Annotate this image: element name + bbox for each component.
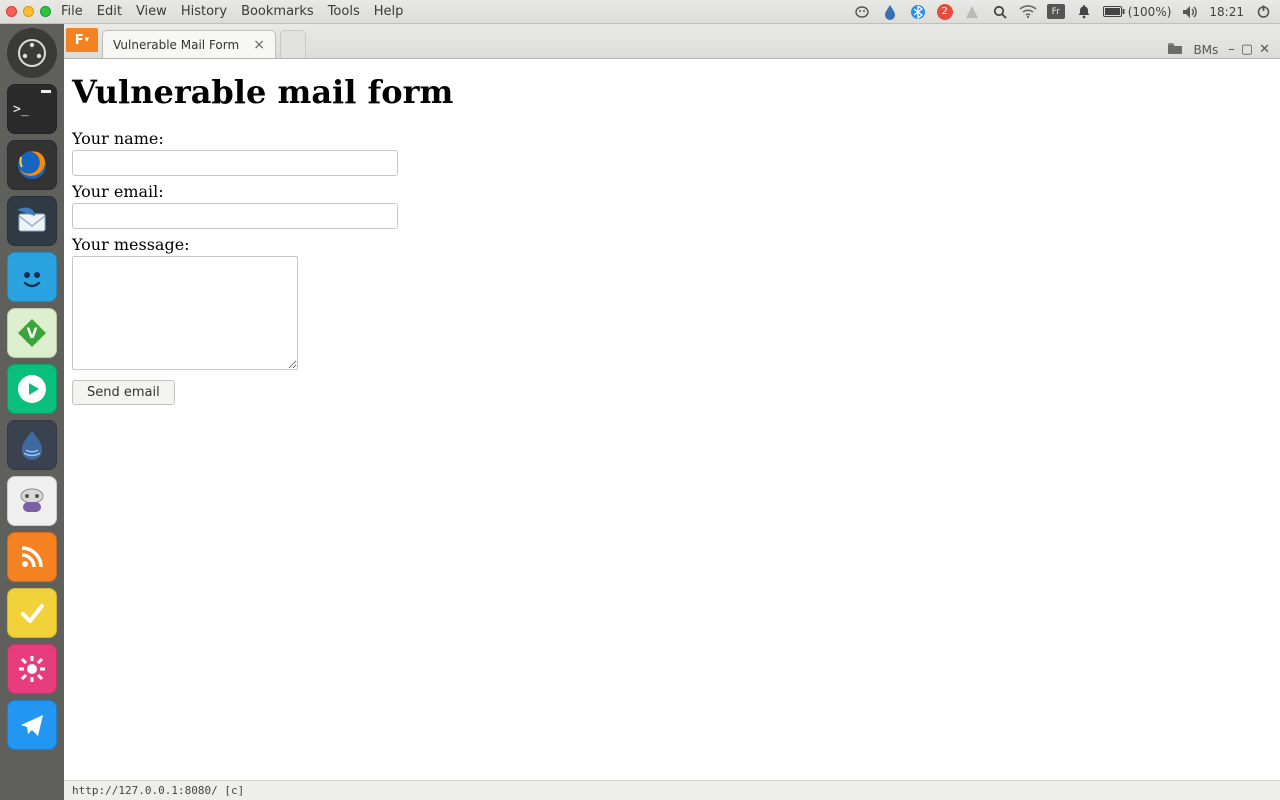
media-player-app-icon[interactable] [7,364,57,414]
message-textarea[interactable] [72,256,298,370]
telegram-app-icon[interactable] [7,700,57,750]
dash-home-button[interactable] [7,28,57,78]
firefox-app-icon[interactable] [7,140,57,190]
keyboard-layout-indicator[interactable]: Fr [1047,4,1065,19]
bookmark-folder-label[interactable]: BMs [1193,43,1218,57]
volume-icon[interactable] [1181,3,1199,21]
status-bar: http://127.0.0.1:8080/ [c] [64,780,1280,800]
window-restore-button[interactable]: ▢ [1241,42,1253,57]
tab-title: Vulnerable Mail Form [113,38,239,52]
bluetooth-icon[interactable] [909,3,927,21]
warning-icon[interactable] [963,3,981,21]
notification-badge[interactable]: 2 [937,4,953,20]
folder-icon [1167,41,1183,58]
menu-file[interactable]: File [61,4,83,19]
name-input[interactable] [72,150,398,176]
system-tool-app-icon[interactable] [7,476,57,526]
firefox-menu-button[interactable]: F [66,28,98,52]
window-controls: – ▢ ✕ [1228,42,1270,57]
droplet-icon[interactable] [881,3,899,21]
menu-history[interactable]: History [181,4,227,19]
status-url: http://127.0.0.1:8080/ [c] [72,784,244,797]
battery-icon[interactable]: (100%) [1103,3,1172,21]
browser-tabstrip: F Vulnerable Mail Form × BMs – ▢ ✕ [64,24,1280,59]
power-icon[interactable] [1254,3,1272,21]
wifi-icon[interactable] [1019,3,1037,21]
tasks-app-icon[interactable] [7,588,57,638]
window-minimize-button[interactable]: – [1228,42,1235,57]
page-heading: Vulnerable mail form [72,73,1272,111]
app-indicator-icon[interactable] [853,3,871,21]
settings-app-icon[interactable] [7,644,57,694]
bell-icon[interactable] [1075,3,1093,21]
new-tab-button[interactable] [280,30,306,58]
clock[interactable]: 18:21 [1209,5,1244,19]
vim-app-icon[interactable]: V [7,308,57,358]
window-traffic-lights [6,6,51,17]
email-label: Your email: [72,182,1272,201]
battery-percentage: (100%) [1128,5,1172,19]
menu-edit[interactable]: Edit [97,4,122,19]
window-close-icon[interactable] [6,6,17,17]
browser-tab-active[interactable]: Vulnerable Mail Form × [102,30,276,58]
system-menubar: File Edit View History Bookmarks Tools H… [0,0,1280,24]
message-label: Your message: [72,235,1272,254]
terminal-app-icon[interactable]: >_ [7,84,57,134]
menu-bookmarks[interactable]: Bookmarks [241,4,314,19]
window-close-button[interactable]: ✕ [1259,42,1270,57]
launcher-dock: >_ V [0,24,64,800]
rss-app-icon[interactable] [7,532,57,582]
torrent-app-icon[interactable] [7,420,57,470]
window-minimize-icon[interactable] [23,6,34,17]
page-content: Vulnerable mail form Your name: Your ema… [64,59,1280,780]
app-menu: File Edit View History Bookmarks Tools H… [61,4,403,19]
menu-tools[interactable]: Tools [328,4,360,19]
menu-help[interactable]: Help [374,4,404,19]
svg-text:V: V [27,326,38,342]
thunderbird-app-icon[interactable] [7,196,57,246]
menu-view[interactable]: View [136,4,167,19]
send-email-button[interactable]: Send email [72,380,175,405]
files-app-icon[interactable] [7,252,57,302]
window-maximize-icon[interactable] [40,6,51,17]
tab-close-icon[interactable]: × [253,37,265,53]
email-input[interactable] [72,203,398,229]
name-label: Your name: [72,129,1272,148]
search-icon[interactable] [991,3,1009,21]
